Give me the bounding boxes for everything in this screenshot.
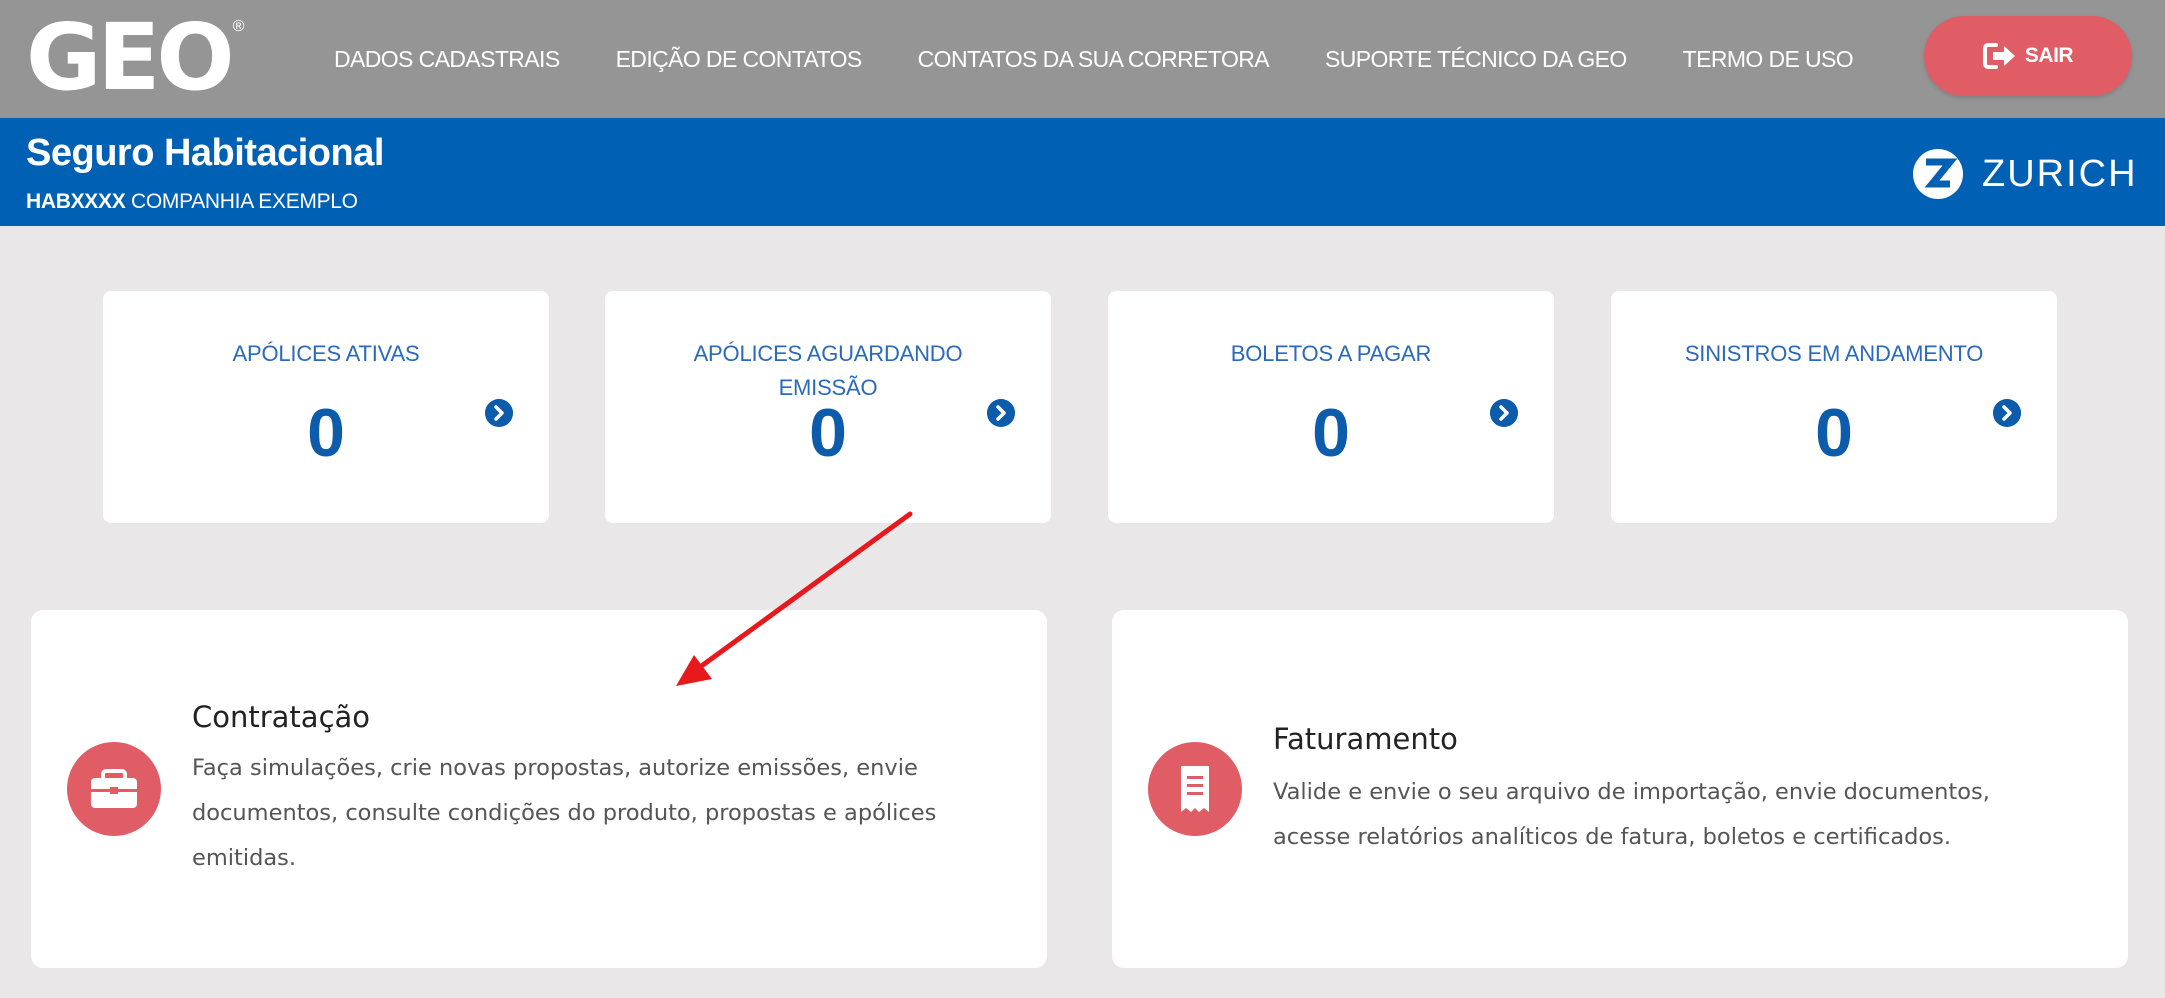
contratacao-card[interactable]: Contratação Faça simulações, crie novas … bbox=[31, 610, 1047, 968]
nav-suporte-tecnico[interactable]: SUPORTE TÉCNICO DA GEO bbox=[1325, 46, 1627, 73]
faturamento-card[interactable]: Faturamento Valide e envie o seu arquivo… bbox=[1112, 610, 2128, 968]
stat-card-boletos[interactable]: BOLETOS A PAGAR 0 bbox=[1108, 291, 1554, 523]
chevron-right-icon[interactable] bbox=[1993, 399, 2021, 427]
zurich-logo: ZURICH bbox=[1912, 146, 2138, 202]
description-line: emitidas. bbox=[192, 845, 297, 871]
contratacao-title: Contratação bbox=[192, 700, 371, 734]
chevron-right-icon[interactable] bbox=[987, 399, 1015, 427]
registered-mark: ® bbox=[232, 18, 245, 35]
receipt-icon-glyph bbox=[1181, 766, 1209, 812]
page-title: Seguro Habitacional bbox=[26, 132, 384, 174]
geo-logo[interactable]: GEO ® bbox=[26, 10, 244, 106]
description-line: documentos, consulte condições do produt… bbox=[192, 800, 937, 826]
stat-card-apolices-ativas[interactable]: APÓLICES ATIVAS 0 bbox=[103, 291, 549, 523]
stat-value: 0 bbox=[307, 395, 345, 471]
insurer-name: ZURICH bbox=[1982, 152, 2138, 195]
logout-label: SAIR bbox=[2024, 44, 2074, 67]
page-subtitle: HABXXXX COMPANHIA EXEMPLO bbox=[26, 190, 358, 214]
zurich-z-logo bbox=[1913, 149, 1963, 199]
chevron-right-icon[interactable] bbox=[1490, 399, 1518, 427]
stat-label: BOLETOS A PAGAR bbox=[1230, 341, 1432, 366]
briefcase-icon-glyph bbox=[91, 769, 137, 808]
description-line: acesse relatórios analíticos de fatura, … bbox=[1273, 824, 1952, 850]
description-line: Valide e envie o seu arquivo de importaç… bbox=[1273, 779, 1990, 805]
main-menu: DADOS CADASTRAIS EDIÇÃO DE CONTATOS CONT… bbox=[334, 0, 1854, 118]
stat-card-apolices-aguardando[interactable]: APÓLICES AGUARDANDO EMISSÃO 0 bbox=[605, 291, 1051, 523]
top-navigation-bar: GEO ® DADOS CADASTRAIS EDIÇÃO DE CONTATO… bbox=[0, 0, 2165, 118]
description-line: Faça simulações, crie novas propostas, a… bbox=[192, 755, 918, 781]
geo-logo-text: GEO bbox=[26, 4, 235, 111]
chevron-right-icon[interactable] bbox=[485, 399, 513, 427]
nav-dados-cadastrais[interactable]: DADOS CADASTRAIS bbox=[334, 46, 560, 73]
faturamento-title: Faturamento bbox=[1273, 722, 1458, 756]
contratacao-description: Faça simulações, crie novas propostas, a… bbox=[192, 746, 1012, 881]
logout-button[interactable]: SAIR bbox=[1924, 16, 2132, 96]
briefcase-icon bbox=[67, 742, 161, 836]
nav-edicao-de-contatos[interactable]: EDIÇÃO DE CONTATOS bbox=[616, 46, 863, 73]
product-header: Seguro Habitacional HABXXXX COMPANHIA EX… bbox=[0, 118, 2165, 226]
stat-label: SINISTROS EM ANDAMENTO bbox=[1684, 341, 1984, 366]
stat-card-sinistros[interactable]: SINISTROS EM ANDAMENTO 0 bbox=[1611, 291, 2057, 523]
product-code: HABXXXX bbox=[26, 190, 126, 213]
sign-out-icon bbox=[1982, 43, 2015, 69]
stat-value: 0 bbox=[809, 395, 847, 471]
company-name: COMPANHIA EXEMPLO bbox=[130, 190, 358, 213]
nav-termo-de-uso[interactable]: TERMO DE USO bbox=[1683, 46, 1854, 73]
receipt-icon bbox=[1148, 742, 1242, 836]
stat-value: 0 bbox=[1815, 395, 1853, 471]
faturamento-description: Valide e envie o seu arquivo de importaç… bbox=[1273, 770, 2093, 860]
stat-value: 0 bbox=[1312, 395, 1350, 471]
stat-label: APÓLICES ATIVAS bbox=[232, 341, 420, 366]
nav-contatos-corretora[interactable]: CONTATOS DA SUA CORRETORA bbox=[918, 46, 1270, 73]
